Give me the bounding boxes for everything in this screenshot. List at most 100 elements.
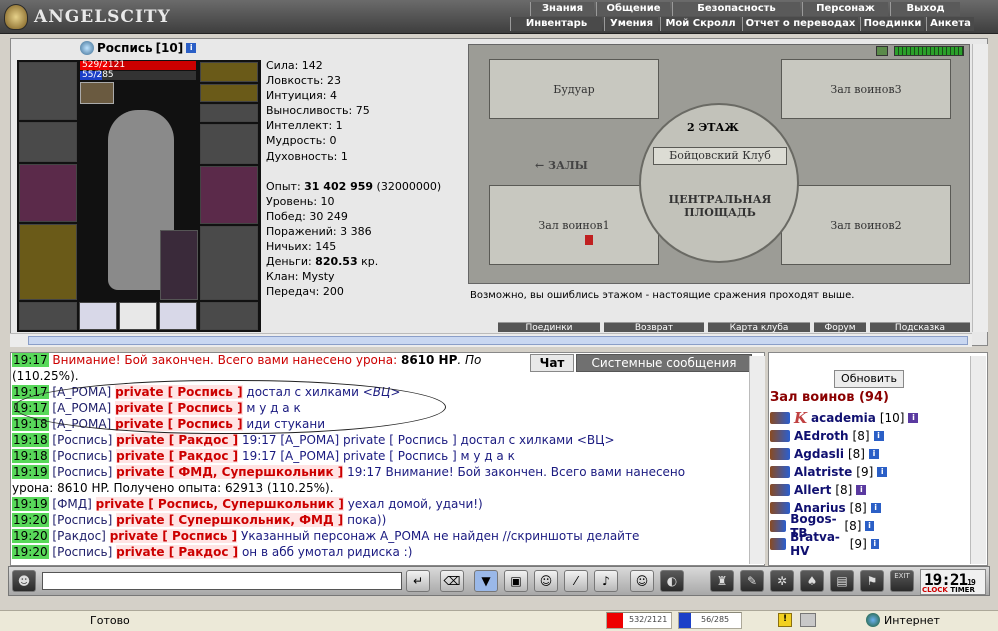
info-icon[interactable]: i (186, 43, 197, 53)
duels-button[interactable]: Поединки (498, 322, 600, 332)
info-icon[interactable]: i (856, 485, 867, 495)
fight-status-icon[interactable] (770, 412, 790, 424)
belt-slot[interactable] (19, 302, 77, 330)
boots-slot[interactable] (200, 302, 258, 330)
flag-icon[interactable]: ⚑ (860, 570, 884, 592)
chat-scrollbar[interactable] (749, 356, 765, 564)
pet-slot[interactable] (160, 230, 198, 300)
chat-sender[interactable]: [Роспись] (52, 433, 112, 447)
forum-button[interactable]: Форум (814, 322, 866, 332)
room-hall1[interactable]: Зал воинов1 (489, 185, 659, 265)
player-name[interactable]: Allert (794, 483, 831, 497)
shield-slot[interactable] (200, 166, 258, 224)
room-boudoir[interactable]: Будуар (489, 59, 659, 119)
chat-private-target[interactable]: private [ Ракдос ] (116, 433, 239, 447)
eraser-icon[interactable]: ⌫ (440, 570, 464, 592)
leggings-slot[interactable] (200, 226, 258, 300)
player-row[interactable]: Alatriste [9] i (770, 464, 888, 480)
rune-slot-3[interactable] (159, 302, 197, 330)
info-icon[interactable]: i (870, 503, 881, 513)
chat-sender[interactable]: [Роспись] (52, 513, 112, 527)
chat-time[interactable]: 19:17 (12, 353, 49, 367)
player-name[interactable]: Bratva-HV (790, 530, 846, 558)
chat-time[interactable]: 19:20 (12, 529, 49, 543)
info-icon[interactable]: i (865, 521, 874, 531)
warning-icon[interactable]: ! (778, 613, 792, 627)
helmet-slot[interactable] (19, 62, 77, 120)
send-icon[interactable]: ↵ (406, 570, 430, 592)
helmet-icon[interactable]: ◐ (660, 570, 684, 592)
fight-status-icon[interactable] (770, 502, 790, 514)
earring-slot[interactable] (200, 62, 258, 82)
rings-slot[interactable] (200, 104, 258, 122)
menu-communication[interactable]: Общение (596, 2, 670, 16)
room-scrollbar[interactable] (970, 356, 986, 564)
character-name[interactable]: Роспись (97, 41, 153, 55)
halls-link[interactable]: ← ЗАЛЫ (535, 159, 588, 172)
player-row[interactable]: Allert [8] i (770, 482, 867, 498)
player-name[interactable]: Alatriste (794, 465, 852, 479)
necklace-slot[interactable] (200, 84, 258, 102)
gear-icon[interactable]: ✲ (770, 570, 794, 592)
private-toggle-icon[interactable]: ⁄ (564, 570, 588, 592)
exit-icon[interactable]: EXIT (890, 570, 914, 592)
player-row[interactable]: AEdroth [8] i (770, 428, 884, 444)
menu-my-scroll[interactable]: Мой Скролл (660, 17, 740, 31)
chat-time[interactable]: 19:18 (12, 449, 49, 463)
chat-time[interactable]: 19:20 (12, 545, 49, 559)
menu-character[interactable]: Персонаж (802, 2, 888, 16)
smiles-icon[interactable]: ☺ (630, 570, 654, 592)
menu-exit[interactable]: Выход (890, 2, 960, 16)
bracers-slot[interactable] (19, 122, 77, 162)
chat-sender[interactable]: [Роспись] (52, 545, 112, 559)
chat-sender[interactable]: [Роспись] (52, 465, 112, 479)
menu-security[interactable]: Безопасность (672, 2, 800, 16)
chat-private-target[interactable]: private [ Супершкольник, ФМД ] (116, 513, 344, 527)
weapon-slot[interactable] (19, 164, 77, 222)
return-button[interactable]: Возврат (604, 322, 704, 332)
clan-emblem-icon[interactable] (80, 41, 94, 55)
info-icon[interactable]: i (908, 413, 919, 423)
fight-status-icon[interactable] (770, 538, 787, 550)
player-name[interactable]: academia (811, 411, 876, 425)
chat-private-target[interactable]: private [ Ракдос ] (116, 449, 239, 463)
rune-slot-1[interactable] (79, 302, 117, 330)
menu-transfer-report[interactable]: Отчет о переводах (742, 17, 858, 31)
main-horizontal-thumb[interactable] (28, 336, 968, 345)
tab-system-messages[interactable]: Системные сообщения (576, 354, 752, 372)
user-action-icon[interactable]: ☺ (534, 570, 558, 592)
hint-button[interactable]: Подсказка (870, 322, 970, 332)
menu-profile[interactable]: Анкета (926, 17, 974, 31)
main-vertical-scrollbar[interactable] (972, 44, 988, 332)
player-row[interactable]: Agdasli [8] i (770, 446, 879, 462)
menu-duels[interactable]: Поединки (860, 17, 924, 31)
refresh-button[interactable]: Обновить (834, 370, 904, 388)
club-map-button[interactable]: Карта клуба (708, 322, 810, 332)
player-name[interactable]: Agdasli (794, 447, 844, 461)
fight-status-icon[interactable] (770, 520, 787, 532)
player-name[interactable]: AEdroth (794, 429, 849, 443)
scroll-icon[interactable]: ✎ (740, 570, 764, 592)
chat-time[interactable]: 19:18 (12, 433, 49, 447)
chat-time[interactable]: 19:20 (12, 513, 49, 527)
chat-private-target[interactable]: private [ Роспись, Супершкольник ] (95, 497, 344, 511)
map-toggle-icon[interactable] (876, 46, 888, 56)
message-input[interactable] (42, 572, 402, 590)
potion-icon[interactable]: ♠ (800, 570, 824, 592)
room-hall3[interactable]: Зал воинов3 (781, 59, 951, 119)
chat-private-target[interactable]: private [ Роспись ] (109, 529, 238, 543)
chat-private-target[interactable]: private [ Ракдос ] (116, 545, 239, 559)
save-log-icon[interactable]: ▣ (504, 570, 528, 592)
rune-slot-2[interactable] (119, 302, 157, 330)
central-square[interactable]: ЦЕНТРАЛЬНАЯ ПЛОЩАДЬ (665, 193, 775, 219)
room-fight-club[interactable]: Бойцовский Клуб (653, 147, 787, 165)
fight-status-icon[interactable] (770, 448, 790, 460)
tab-chat[interactable]: Чат (530, 354, 574, 372)
chat-sender[interactable]: [Ракдос] (52, 529, 105, 543)
chat-sender[interactable]: [Роспись] (52, 449, 112, 463)
room-hall2[interactable]: Зал воинов2 (781, 185, 951, 265)
menu-skills[interactable]: Умения (604, 17, 658, 31)
info-icon[interactable]: i (873, 431, 884, 441)
chat-time[interactable]: 19:19 (12, 497, 49, 511)
gloves-slot[interactable] (200, 124, 258, 164)
